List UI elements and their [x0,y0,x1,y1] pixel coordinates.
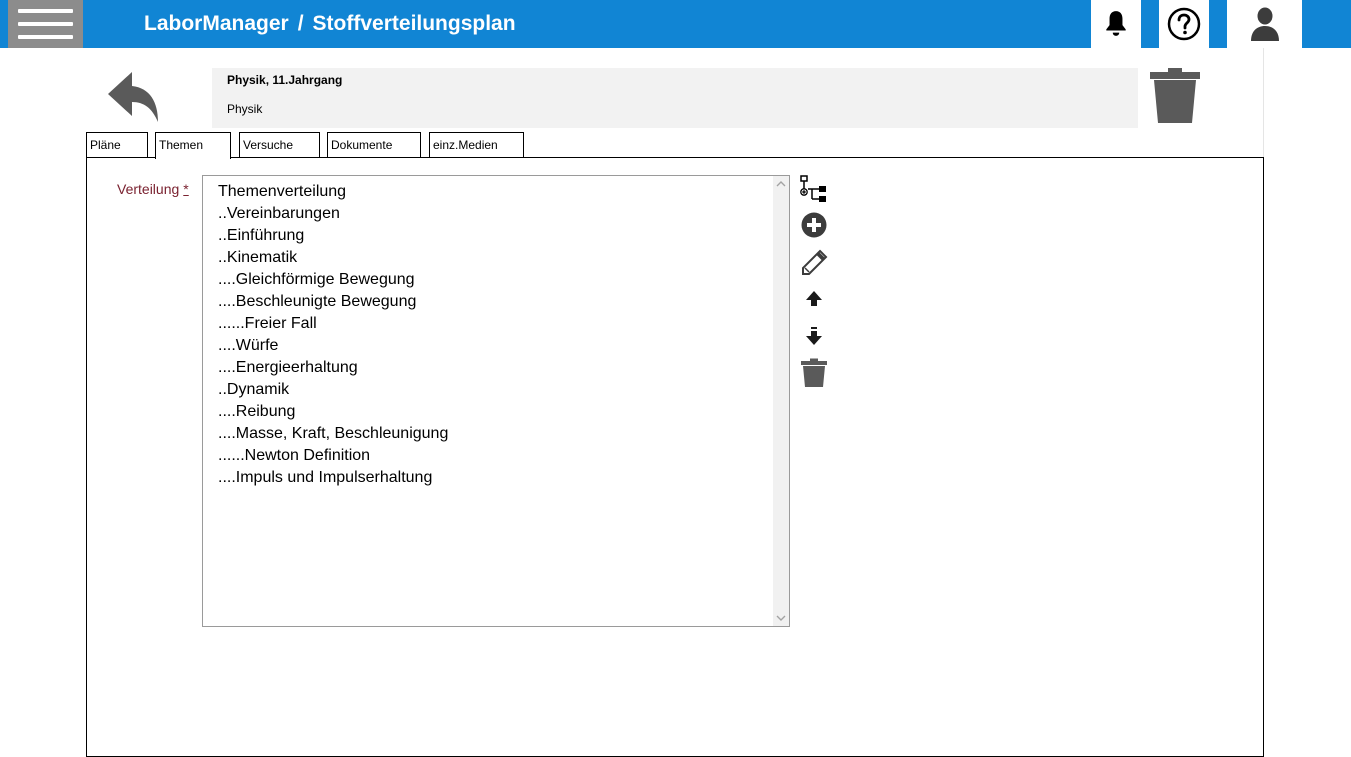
edit-topic-button[interactable] [799,248,829,278]
divider [1263,48,1264,158]
scroll-down-button[interactable] [773,610,789,626]
tab-dokumente[interactable]: Dokumente [327,132,421,158]
title-separator: / [297,12,304,35]
arrow-up-icon [806,291,822,306]
list-item[interactable]: ..Einführung [218,225,768,247]
list-item[interactable]: ....Beschleunigte Bewegung [218,291,768,313]
back-button[interactable] [106,70,162,124]
user-icon [1250,7,1279,41]
tab-label: einz.Medien [433,138,498,152]
plus-circle-icon [801,212,827,238]
hamburger-menu-button[interactable] [8,0,83,48]
tree-add-icon [800,175,826,202]
move-down-button[interactable] [799,322,829,352]
scroll-up-button[interactable] [773,176,789,192]
list-item[interactable]: ....Gleichförmige Bewegung [218,269,768,291]
list-item[interactable]: ....Reibung [218,401,768,423]
tab-label: Dokumente [331,138,393,152]
tab-label: Pläne [90,138,121,152]
list-item[interactable]: ..Vereinbarungen [218,203,768,225]
delete-record-button[interactable] [1147,67,1203,125]
trash-icon [801,358,827,387]
tab-label: Themen [159,138,204,152]
list-item[interactable]: ....Masse, Kraft, Beschleunigung [218,423,768,445]
arrow-down-icon [806,327,822,345]
topic-list[interactable]: Themenverteilung ..Vereinbarungen ..Einf… [202,175,790,627]
chevron-down-icon [776,615,786,621]
trash-icon [1150,68,1200,123]
top-bar: LaborManager / Stoffverteilungsplan [0,0,1351,48]
hamburger-icon [18,35,73,39]
list-item[interactable]: ....Impuls und Impulserhaltung [218,467,768,489]
list-item[interactable]: ....Würfe [218,335,768,357]
chevron-up-icon [776,181,786,187]
add-subtopic-button[interactable] [799,174,829,204]
field-label-text: Verteilung [117,181,180,197]
list-scrollbar[interactable] [773,176,789,626]
record-header: Physik, 11.Jahrgang Physik [212,68,1138,128]
page-name: Stoffverteilungsplan [312,12,516,35]
back-arrow-icon [108,72,158,122]
help-button[interactable] [1159,0,1209,48]
verteilung-label: Verteilung * [117,181,189,197]
record-subject: Physik [227,102,263,116]
topic-list-items: Themenverteilung ..Vereinbarungen ..Einf… [218,181,768,489]
tab-themen[interactable]: Themen [155,132,231,159]
move-up-button[interactable] [799,284,829,314]
list-item[interactable]: ......Newton Definition [218,445,768,467]
user-profile-button[interactable] [1227,0,1302,48]
hamburger-icon [18,22,73,26]
app-name: LaborManager [144,12,289,35]
tab-plaene[interactable]: Pläne [86,132,148,158]
tab-einz-medien[interactable]: einz.Medien [429,132,524,158]
list-item[interactable]: ....Energieerhaltung [218,357,768,379]
list-item[interactable]: ......Freier Fall [218,313,768,335]
tab-label: Versuche [243,138,294,152]
pencil-icon [802,249,828,275]
list-item[interactable]: ..Kinematik [218,247,768,269]
add-topic-button[interactable] [799,210,829,240]
delete-topic-button[interactable] [799,358,829,388]
list-item[interactable]: Themenverteilung [218,181,768,203]
required-marker: * [183,181,189,197]
bell-icon [1106,11,1126,36]
list-item[interactable]: ..Dynamik [218,379,768,401]
hamburger-icon [18,9,73,13]
record-title: Physik, 11.Jahrgang [227,73,343,87]
notifications-button[interactable] [1091,0,1141,48]
page-title: LaborManager / Stoffverteilungsplan [144,12,516,36]
help-icon [1167,7,1201,41]
tab-versuche[interactable]: Versuche [239,132,320,158]
